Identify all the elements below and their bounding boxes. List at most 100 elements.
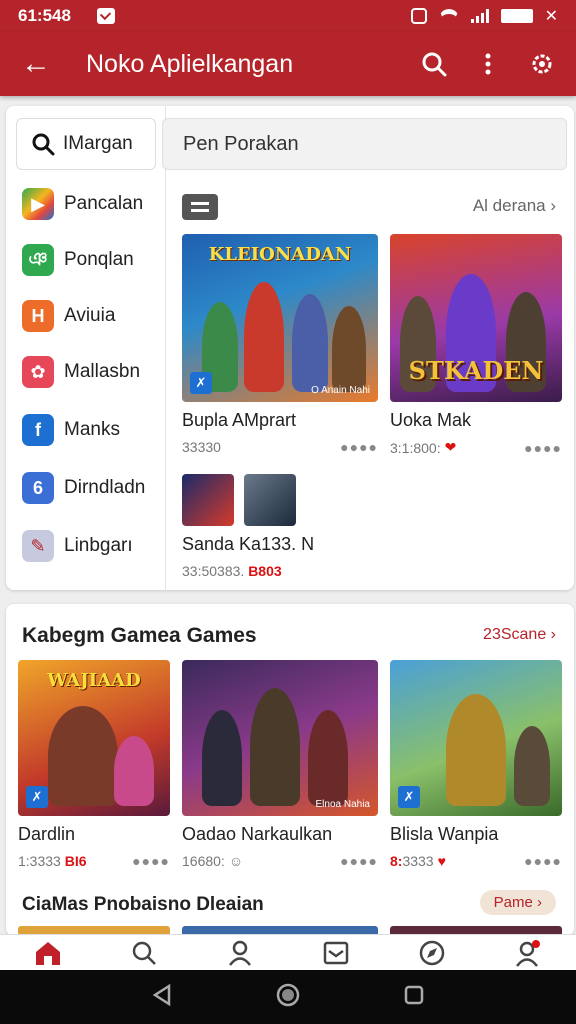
- close-small-icon: ✕: [544, 8, 558, 25]
- game-card[interactable]: Elnoa Nahia Oadao Narkaulkan 16680: ☺ ●●●●: [182, 660, 378, 869]
- back-icon[interactable]: [151, 983, 173, 1012]
- art-caption: O Anain Nahi: [311, 385, 370, 396]
- sidebar-item-label: Pancalan: [64, 193, 144, 214]
- section-link[interactable]: 23Scane ›: [483, 626, 556, 644]
- page-title: Noko Aplielkangan: [86, 49, 294, 78]
- explore-icon[interactable]: [412, 938, 452, 968]
- art-caption: Elnoa Nahia: [315, 799, 370, 810]
- game-art: KLEIONADAN ✗ O Anain Nahi: [182, 234, 378, 402]
- sidebar-search[interactable]: IMargan: [16, 118, 156, 170]
- sidebar-item-label: Dirndladn: [64, 477, 146, 498]
- notification-icon: [96, 8, 115, 24]
- sidebar-item-manks[interactable]: f Manks: [22, 410, 120, 450]
- sidebar-item-linbgari[interactable]: ✎ Linbgarı: [22, 526, 133, 566]
- sidebar-item-mallasbn[interactable]: ✿ Mallasbn: [22, 352, 140, 392]
- app-name: Blisla Wanpia: [390, 824, 499, 844]
- app-prefix: 8:: [390, 853, 403, 869]
- game-icon: [182, 474, 234, 526]
- games-panel: Kabegm Gamea Games 23Scane › WAJIAAD ✗ D…: [6, 604, 574, 936]
- search-icon[interactable]: [420, 50, 448, 78]
- rose-icon: ✿: [22, 356, 54, 388]
- browse-panel: IMargan ▶ Pancalan ঞ Ponqlan H Aviuia ✿ …: [6, 106, 574, 590]
- game-card[interactable]: WAJIAAD ✗ Dardlin 1:3333 BI6 ●●●●: [18, 660, 170, 869]
- sidebar-item-label: Linbgarı: [64, 535, 133, 556]
- account-icon[interactable]: [508, 938, 548, 968]
- game-card[interactable]: ✗ Blisla Wanpia 8: 3333 ♥ ●●●●: [390, 660, 562, 869]
- home-button-icon[interactable]: [275, 982, 301, 1013]
- filter-chip[interactable]: Pame ›: [479, 890, 556, 915]
- h-icon: H: [22, 300, 54, 332]
- rating-dots: ●●●●: [524, 853, 562, 869]
- sidebar-item-label: Aviuia: [64, 305, 116, 326]
- status-bar: 61:548 ✕: [0, 0, 576, 32]
- category-sidebar: IMargan ▶ Pancalan ঞ Ponqlan H Aviuia ✿ …: [6, 106, 166, 590]
- rating-dots: ●●●●: [340, 853, 378, 869]
- rating-dots: ●●●●: [340, 439, 378, 455]
- search-icon: [32, 133, 55, 156]
- app-tag: BI6: [64, 853, 87, 869]
- settings-gear-icon[interactable]: [528, 50, 556, 78]
- section-title: Kabegm Gamea Games: [22, 624, 257, 647]
- emoji-badge-icon: ☺: [228, 853, 244, 869]
- main-search-field[interactable]: Pen Porakan: [162, 118, 567, 170]
- rating-dots: ●●●●: [132, 853, 170, 869]
- system-navigation: [0, 970, 576, 1024]
- app-icon: ঞ: [22, 244, 54, 276]
- publisher-icon: ✗: [190, 372, 212, 394]
- rating-dots: ●●●●: [524, 439, 562, 456]
- app-meta: 16680:: [182, 853, 225, 869]
- back-arrow-icon[interactable]: ←: [0, 32, 72, 96]
- featured-card[interactable]: Sanda Ka133. N 33:50383. B803: [182, 474, 362, 579]
- signal-icon: [470, 9, 489, 23]
- search-placeholder: Pen Porakan: [183, 132, 299, 155]
- sidebar-item-label: Manks: [64, 419, 120, 440]
- recents-icon[interactable]: [403, 984, 425, 1011]
- game-icon: [244, 474, 296, 526]
- app-name: Sanda Ka133. N: [182, 534, 315, 554]
- sidebar-search-label: IMargan: [63, 133, 133, 154]
- play-store-icon: ▶: [22, 188, 54, 220]
- art-title: STKADEN: [408, 356, 544, 385]
- app-tag: B803: [248, 563, 282, 579]
- featured-card[interactable]: STKADEN Uoka Mak 3:1:800: ❤ ●●●●: [390, 234, 562, 456]
- profile-icon[interactable]: [220, 938, 260, 968]
- game-art: ✗: [390, 660, 562, 816]
- inbox-icon[interactable]: [316, 938, 356, 968]
- featured-card[interactable]: KLEIONADAN ✗ O Anain Nahi Bupla AMprart …: [182, 234, 378, 455]
- sidebar-item-aviuia[interactable]: H Aviuia: [22, 296, 115, 336]
- app-meta: 33:50383.: [182, 563, 245, 579]
- search-icon[interactable]: [124, 938, 164, 968]
- sidebar-item-label: Ponqlan: [64, 249, 134, 270]
- bottom-navigation: [0, 934, 576, 970]
- app-name: Oadao Narkaulkan: [182, 824, 333, 844]
- app-meta: 1:3333: [18, 853, 61, 869]
- battery-icon: [500, 9, 533, 23]
- screen-record-icon: [410, 8, 427, 24]
- wifi-icon: [438, 9, 459, 23]
- sidebar-item-pancalan[interactable]: ▶ Pancalan: [22, 184, 143, 224]
- app-meta: 3:1:800:: [390, 439, 441, 456]
- game-art: WAJIAAD ✗: [18, 660, 170, 816]
- menu-icon[interactable]: [182, 194, 218, 220]
- swirl-icon: 6: [22, 472, 54, 504]
- sidebar-item-ponqlan[interactable]: ঞ Ponqlan: [22, 240, 134, 280]
- facebook-icon: f: [22, 414, 54, 446]
- publisher-icon: ✗: [398, 786, 420, 808]
- sidebar-item-label: Mallasbn: [64, 361, 141, 382]
- more-vert-icon[interactable]: [474, 50, 502, 78]
- publisher-icon: ✗: [26, 786, 48, 808]
- app-meta: 3333: [402, 853, 434, 869]
- game-art: STKADEN: [390, 234, 562, 402]
- sidebar-item-dirndladn[interactable]: 6 Dirndladn: [22, 468, 145, 508]
- section-title: CiaMas Pnobaisno Dleaian: [22, 894, 264, 915]
- app-name: Bupla AMprart: [182, 410, 297, 430]
- tool-icon: ✎: [22, 530, 54, 562]
- home-icon[interactable]: [28, 938, 68, 968]
- app-name: Uoka Mak: [390, 410, 472, 430]
- app-meta: 33330: [182, 439, 221, 455]
- art-title: KLEIONADAN: [208, 244, 352, 265]
- app-bar: ← Noko Aplielkangan: [0, 32, 576, 96]
- see-all-link[interactable]: Al derana ›: [473, 196, 556, 216]
- shield-badge-icon: ♥: [437, 853, 446, 869]
- game-art: Elnoa Nahia: [182, 660, 378, 816]
